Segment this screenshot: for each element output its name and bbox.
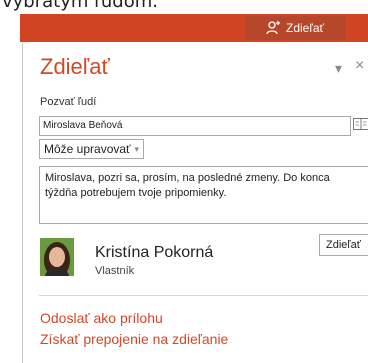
message-field[interactable]: Miroslava, pozri sa, prosím, na posledné… — [39, 166, 368, 224]
pane-title: Zdieľať — [40, 54, 110, 79]
person-name: Kristína Pokorná — [95, 244, 214, 261]
share-pane: Zdieľať ▾ × Pozvať ľudí Miroslava Beňová… — [22, 42, 368, 363]
divider — [39, 295, 368, 296]
share-button[interactable]: Zdieľať — [319, 234, 368, 256]
get-sharing-link[interactable]: Získať prepojenie na zdieľanie — [40, 331, 228, 347]
send-as-attachment-link[interactable]: Odoslať ako prílohu — [40, 310, 163, 326]
ribbon-bar: Zdieľať — [20, 14, 368, 42]
close-icon[interactable]: × — [355, 57, 364, 75]
pane-options-icon[interactable]: ▾ — [335, 60, 342, 77]
invite-people-label: Pozvať ľudí — [40, 96, 97, 108]
invite-people-input[interactable]: Miroslava Beňová — [39, 116, 351, 136]
chevron-down-icon: ▾ — [134, 143, 140, 154]
permission-dropdown[interactable]: Môže upravovať ▾ — [39, 139, 145, 159]
person-add-icon — [266, 21, 280, 35]
caption-text: vybratým ľudom. — [2, 0, 158, 12]
person-role: Vlastník — [95, 265, 135, 277]
avatar — [40, 238, 74, 276]
share-ribbon-button[interactable]: Zdieľať — [245, 16, 345, 40]
permission-value: Môže upravovať — [44, 142, 131, 156]
share-ribbon-label: Zdieľať — [285, 21, 324, 35]
address-book-icon[interactable] — [353, 117, 368, 133]
